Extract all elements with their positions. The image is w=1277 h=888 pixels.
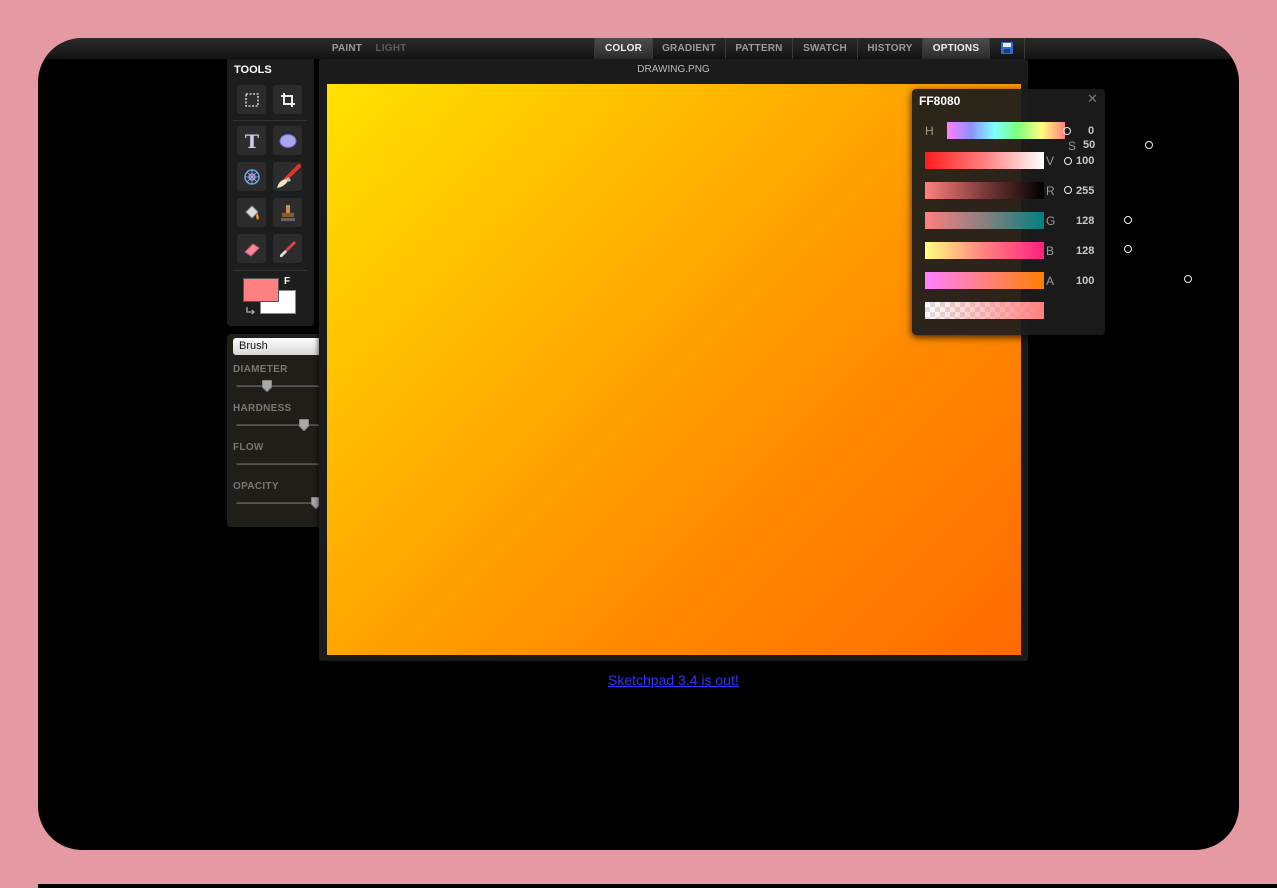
tab-color[interactable]: COLOR (595, 38, 652, 59)
top-menu-bar: PAINT LIGHT COLOR GRADIENT PATTERN SWATC… (38, 38, 1239, 59)
crop-tool[interactable] (273, 85, 302, 114)
brush-icon (276, 163, 301, 188)
foreground-label: F (284, 276, 291, 287)
canvas-title: DRAWING.PNG (637, 64, 710, 75)
green-value: 128 (1076, 215, 1095, 227)
spirograph-icon (243, 168, 260, 185)
color-picker-panel: FF8080 ✕ H 0 S 50 V 100 R 255 G 128 B 12… (912, 89, 1105, 335)
saturation-letter: S (1068, 139, 1077, 153)
save-button[interactable] (990, 38, 1024, 59)
hue-handle[interactable] (1063, 127, 1071, 135)
diameter-slider-thumb[interactable] (261, 380, 272, 392)
blue-handle[interactable] (1124, 245, 1132, 253)
text-icon: T (244, 131, 258, 151)
svg-text:T: T (244, 131, 258, 151)
saturation-handle[interactable] (1145, 141, 1153, 149)
value-value: 100 (1076, 155, 1095, 167)
alpha-handle[interactable] (1184, 275, 1192, 283)
diameter-label: DIAMETER (233, 364, 288, 375)
blue-letter: B (1046, 244, 1055, 258)
alpha-value: 100 (1076, 275, 1095, 287)
alpha-hue-slider[interactable] (925, 272, 1044, 289)
eyedropper-icon (279, 240, 296, 257)
stamp-tool[interactable] (273, 198, 302, 227)
red-slider[interactable] (925, 182, 1044, 199)
tab-history[interactable]: HISTORY (858, 38, 922, 59)
hue-value: 0 (1088, 125, 1095, 137)
crop-icon (280, 92, 295, 107)
foreground-color-swatch[interactable] (243, 278, 279, 302)
tab-options[interactable]: OPTIONS (923, 38, 989, 59)
bottom-border (38, 884, 1277, 888)
hue-letter: H (925, 124, 934, 138)
red-letter: R (1046, 184, 1055, 198)
paint-bucket-icon (244, 204, 259, 220)
alpha-letter: A (1046, 274, 1055, 288)
ellipse-shape-tool[interactable] (273, 126, 302, 155)
tab-swatch[interactable]: SWATCH (793, 38, 857, 59)
flow-label: FLOW (233, 442, 264, 453)
hardness-slider-thumb[interactable] (299, 419, 310, 431)
hardness-label: HARDNESS (233, 403, 292, 414)
red-handle[interactable] (1064, 186, 1072, 194)
ellipse-shape-icon (279, 133, 296, 148)
text-tool[interactable]: T (237, 126, 266, 155)
tab-pattern[interactable]: PATTERN (726, 38, 792, 59)
eyedropper-tool[interactable] (273, 234, 302, 263)
floppy-disk-icon (1001, 42, 1013, 54)
blue-slider[interactable] (925, 242, 1044, 259)
stamp-icon (280, 204, 295, 221)
menu-paint[interactable]: PAINT (328, 38, 366, 59)
brush-type-value: Brush (239, 340, 268, 352)
marquee-select-tool[interactable] (237, 85, 266, 114)
value-slider[interactable] (925, 152, 1044, 169)
tools-title: TOOLS (234, 64, 272, 76)
brush-tool[interactable] (273, 162, 302, 191)
eraser-icon (243, 242, 260, 257)
eraser-tool[interactable] (237, 234, 266, 263)
marquee-select-icon (244, 92, 259, 107)
tab-gradient[interactable]: GRADIENT (653, 38, 725, 59)
green-handle[interactable] (1124, 216, 1132, 224)
green-slider[interactable] (925, 212, 1044, 229)
value-letter: V (1046, 154, 1055, 168)
menu-light[interactable]: LIGHT (372, 38, 410, 59)
color-hex-value[interactable]: FF8080 (919, 94, 960, 108)
spirograph-tool[interactable] (237, 162, 266, 191)
tools-panel: TOOLS T F (227, 59, 314, 326)
news-link[interactable]: Sketchpad 3.4 is out! (608, 672, 739, 688)
opacity-label: OPACITY (233, 481, 279, 492)
alpha-slider[interactable] (925, 302, 1044, 319)
red-value: 255 (1076, 185, 1095, 197)
paint-bucket-tool[interactable] (237, 198, 266, 227)
close-icon[interactable]: ✕ (1087, 91, 1098, 107)
blue-value: 128 (1076, 245, 1095, 257)
hue-slider[interactable] (947, 122, 1065, 139)
saturation-value: 50 (1083, 139, 1096, 151)
value-handle[interactable] (1064, 157, 1072, 165)
app-frame: PAINT LIGHT COLOR GRADIENT PATTERN SWATC… (38, 38, 1239, 850)
green-letter: G (1046, 214, 1056, 228)
swap-colors-icon[interactable] (245, 305, 257, 315)
